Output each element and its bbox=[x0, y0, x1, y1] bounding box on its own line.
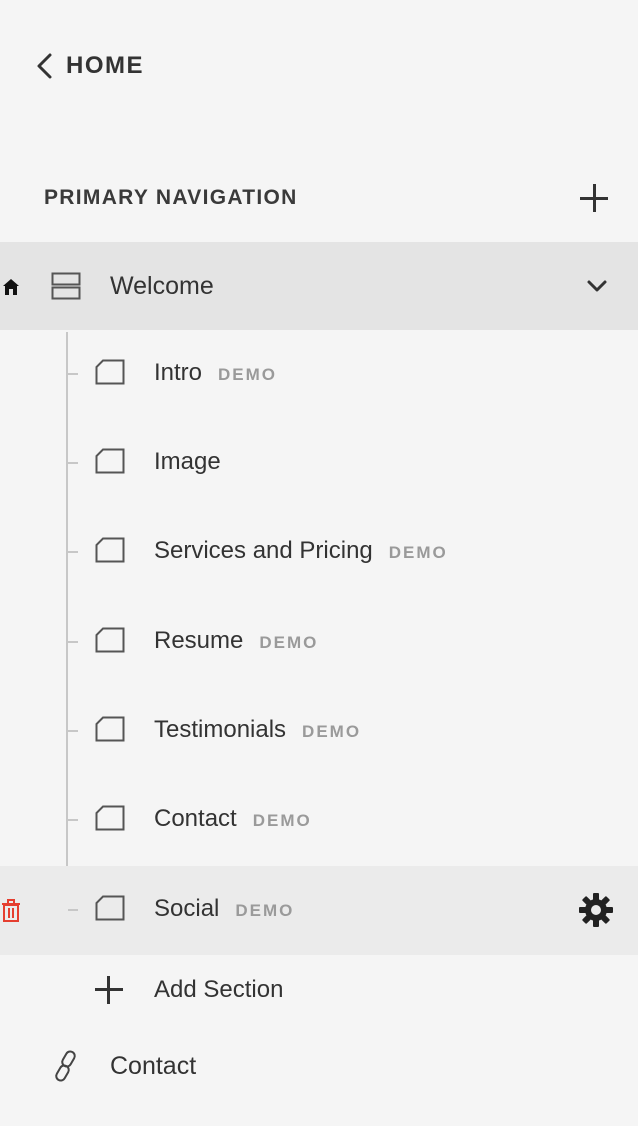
page-item-welcome[interactable]: Welcome bbox=[0, 242, 638, 330]
section-item[interactable]: Image bbox=[0, 419, 638, 508]
tree-branch bbox=[68, 462, 78, 464]
chevron-left-icon bbox=[37, 53, 52, 79]
demo-badge: DEMO bbox=[235, 901, 295, 920]
add-section-button[interactable]: Add Section bbox=[94, 968, 283, 1012]
home-icon bbox=[3, 279, 19, 295]
back-home-label: HOME bbox=[66, 52, 144, 79]
section-item[interactable]: Resume DEMO bbox=[0, 598, 638, 687]
tree-branch bbox=[68, 819, 78, 821]
section-icon bbox=[95, 359, 125, 385]
section-item-label: Intro bbox=[154, 359, 203, 386]
section-item-label: Testimonials bbox=[154, 716, 287, 743]
link-icon bbox=[55, 1050, 76, 1082]
tree-branch bbox=[68, 909, 78, 911]
section-title: PRIMARY NAVIGATION bbox=[44, 186, 298, 209]
plus-icon bbox=[94, 975, 124, 1005]
section-item[interactable]: Contact DEMO bbox=[0, 776, 638, 865]
back-home-link[interactable]: HOME bbox=[34, 48, 144, 84]
page-item-label: Welcome bbox=[110, 271, 214, 300]
section-icon bbox=[95, 537, 125, 563]
gear-icon[interactable] bbox=[578, 892, 614, 928]
section-item-hovered[interactable]: Social DEMO bbox=[0, 866, 638, 955]
tree-branch bbox=[68, 730, 78, 732]
section-item[interactable]: Intro DEMO bbox=[0, 330, 638, 419]
section-item[interactable]: Testimonials DEMO bbox=[0, 687, 638, 776]
section-icon bbox=[95, 805, 125, 831]
trash-icon[interactable] bbox=[1, 899, 21, 923]
demo-badge: DEMO bbox=[218, 365, 278, 384]
section-item[interactable]: Services and Pricing DEMO bbox=[0, 508, 638, 597]
page-item-label: Contact bbox=[110, 1051, 197, 1080]
add-page-button[interactable] bbox=[578, 182, 610, 214]
demo-badge: DEMO bbox=[302, 722, 362, 741]
demo-badge: DEMO bbox=[388, 543, 448, 562]
demo-badge: DEMO bbox=[259, 633, 319, 652]
tree-branch bbox=[68, 641, 78, 643]
section-icon bbox=[95, 716, 125, 742]
page-layout-icon bbox=[51, 272, 81, 300]
primary-navigation-header: PRIMARY NAVIGATION bbox=[44, 178, 610, 218]
section-item-label: Image bbox=[154, 448, 221, 475]
section-icon bbox=[95, 895, 125, 921]
section-item-label: Social bbox=[154, 895, 220, 922]
add-section-label: Add Section bbox=[154, 976, 284, 1003]
section-item-label: Services and Pricing bbox=[154, 537, 373, 564]
tree-branch bbox=[68, 551, 78, 553]
section-icon bbox=[95, 627, 125, 653]
page-item-contact-link[interactable]: Contact bbox=[52, 1046, 196, 1086]
section-icon bbox=[95, 448, 125, 474]
chevron-down-icon[interactable] bbox=[586, 278, 608, 294]
tree-branch bbox=[68, 373, 78, 375]
section-item-label: Contact bbox=[154, 805, 237, 832]
demo-badge: DEMO bbox=[252, 811, 312, 830]
section-item-label: Resume bbox=[154, 627, 244, 654]
